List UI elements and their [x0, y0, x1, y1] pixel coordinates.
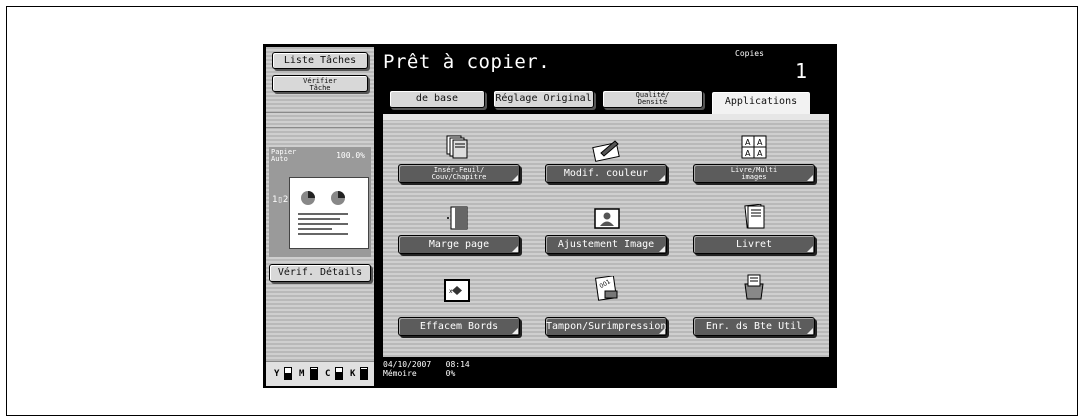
toner-bar — [310, 367, 318, 380]
job-list-button[interactable]: Liste Tâches — [272, 52, 368, 69]
divider — [266, 112, 374, 113]
stamp-overlay-button[interactable]: Tampon/Surimpression — [545, 317, 667, 336]
check-job-button[interactable]: Vérifier Tâche — [272, 75, 368, 92]
image-adjust-icon — [594, 208, 620, 229]
memory-value: 0% — [445, 369, 456, 378]
applications-panel: A A A A Insér.Feuil/ Couv/Chapitre Modif… — [383, 114, 829, 357]
zoom-value: 100.0% — [336, 151, 365, 160]
svg-text:x: x — [449, 288, 453, 295]
stamp-icon: 001 — [594, 276, 618, 301]
nup-indicator: 1▯2 — [272, 195, 289, 205]
copies-label: Copies — [735, 49, 764, 58]
save-to-user-box-button[interactable]: Enr. ds Bte Util — [693, 317, 815, 336]
booklet-icon — [744, 204, 765, 229]
insert-sheet-button[interactable]: Insér.Feuil/ Couv/Chapitre — [398, 164, 520, 183]
toner-label: C — [325, 369, 331, 379]
page-preview — [289, 177, 369, 249]
svg-text:A: A — [757, 138, 763, 147]
memory-label: Mémoire — [383, 369, 417, 378]
tab-applications[interactable]: Applications — [711, 91, 811, 114]
image-adjust-button[interactable]: Ajustement Image — [545, 235, 667, 254]
preview-thumbnail-icon — [298, 191, 348, 235]
multi-image-button[interactable]: Livre/Multi images — [693, 164, 815, 183]
divider — [266, 127, 374, 128]
insert-sheet-icon — [446, 135, 468, 159]
status-time: 08:14 — [445, 360, 470, 369]
tab-basic[interactable]: de base — [389, 90, 485, 108]
edge-erase-button[interactable]: Effacem Bords — [398, 317, 520, 336]
toner-bar — [335, 367, 343, 380]
page-margin-icon — [447, 206, 468, 230]
toner-bar — [360, 367, 368, 380]
svg-text:A: A — [745, 138, 751, 147]
toner-label: M — [299, 369, 305, 379]
toner-bar — [284, 367, 292, 380]
status-bar: 04/10/2007 08:14 Mémoire 0% — [383, 360, 470, 378]
color-change-icon — [592, 140, 620, 162]
paper-label: Papier Auto — [271, 148, 297, 163]
page-margin-button[interactable]: Marge page — [398, 235, 520, 254]
save-box-icon — [744, 274, 764, 300]
edge-erase-icon: x — [444, 279, 470, 302]
color-change-button[interactable]: Modif. couleur — [545, 164, 667, 183]
svg-text:A: A — [757, 149, 763, 158]
tab-original-settings[interactable]: Réglage Original — [493, 90, 594, 108]
left-sidebar: Liste Tâches Vérifier Tâche Papier Auto … — [266, 47, 374, 385]
check-details-button[interactable]: Vérif. Détails — [269, 264, 371, 282]
toner-levels: Y M C K — [266, 361, 374, 386]
toner-label: K — [350, 369, 356, 379]
paper-info: Papier Auto 100.0% 1▯2 — [269, 147, 371, 257]
status-date: 04/10/2007 — [383, 360, 432, 369]
multi-image-icon: A A A A — [741, 135, 767, 159]
tab-quality-density[interactable]: Qualité/ Densité — [602, 90, 703, 108]
svg-text:A: A — [745, 149, 751, 158]
booklet-button[interactable]: Livret — [693, 235, 815, 254]
page-title: Prêt à copier. — [383, 51, 551, 73]
copies-count: 1 — [795, 59, 808, 83]
toner-label: Y — [274, 369, 280, 379]
